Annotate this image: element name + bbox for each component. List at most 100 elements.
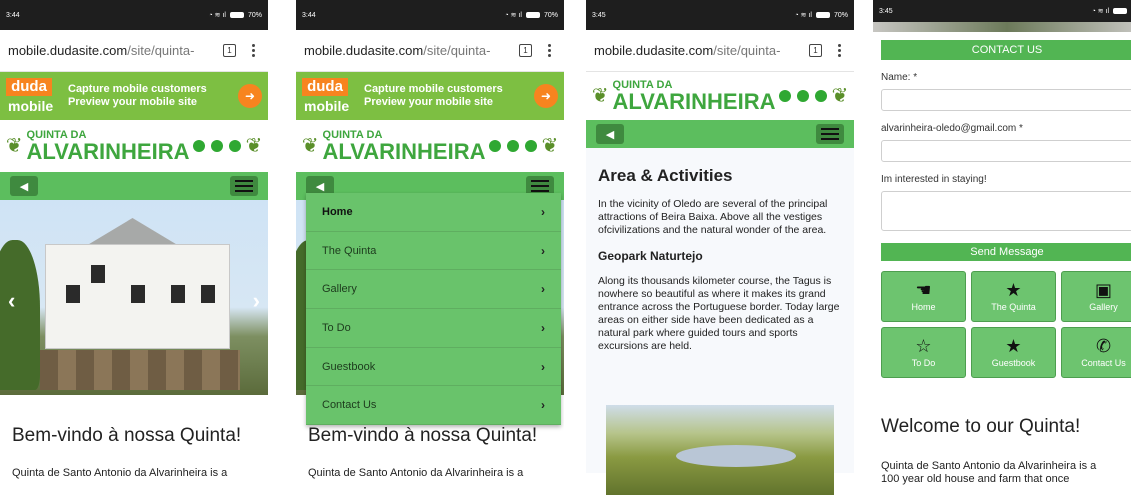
phone-activities: 3:45 ◔ ≋ ıl 70% mobile.dudasite.com/site/… bbox=[586, 0, 854, 495]
email-field[interactable] bbox=[881, 140, 1131, 162]
phone-menu-open: 3:44 ◔ ≋ ıl 70% mobile.dudasite.com/site/… bbox=[296, 0, 564, 495]
menu-item-contact-us[interactable]: Contact Us › bbox=[306, 386, 561, 426]
battery-icon bbox=[229, 12, 244, 18]
status-bar: 3:45 ◔ ≋ ıl7 bbox=[873, 0, 1131, 22]
url-host: mobile.dudasite.com bbox=[304, 43, 424, 58]
intro-text: Quinta de Santo Antonio da Alvarinheira … bbox=[12, 467, 228, 479]
slider-next-icon[interactable]: › bbox=[253, 288, 260, 314]
geopark-paragraph: Along its thousands kilometer course, th… bbox=[598, 275, 840, 352]
tab-count-button[interactable]: 1 bbox=[519, 44, 532, 57]
star-outline-icon: ☆ bbox=[915, 336, 932, 356]
menu-item-guestbook[interactable]: Guestbook › bbox=[306, 348, 561, 387]
name-field[interactable] bbox=[881, 89, 1131, 111]
battery-level: 70% bbox=[247, 11, 262, 19]
tile-the-quinta[interactable]: ★ The Quinta bbox=[971, 271, 1056, 322]
site-navbar: ◀ bbox=[0, 172, 268, 200]
battery-level: 70% bbox=[833, 11, 848, 19]
url-field[interactable]: mobile.dudasite.com/site/quinta- bbox=[8, 43, 217, 58]
olive-dots-icon bbox=[193, 140, 242, 152]
menu-item-the-quinta[interactable]: The Quinta › bbox=[306, 232, 561, 271]
status-time: 3:45 bbox=[592, 11, 606, 19]
olive-branch-icon: ❦ bbox=[541, 135, 559, 157]
status-time: 3:44 bbox=[302, 11, 316, 19]
url-path: /site/quinta- bbox=[127, 43, 195, 58]
banner-text: Capture mobile customers Preview your mob… bbox=[68, 83, 207, 108]
browser-url-bar: mobile.dudasite.com/site/quinta- 1 bbox=[296, 30, 564, 72]
page-title: Bem-vindo à nossa Quinta! bbox=[12, 425, 242, 446]
battery-level: 70% bbox=[543, 11, 558, 19]
duda-banner[interactable]: duda mobile Capture mobile customers Previ… bbox=[296, 72, 564, 120]
battery-icon bbox=[1113, 8, 1128, 14]
chevron-right-icon: › bbox=[541, 320, 545, 335]
olive-branch-icon: ❦ bbox=[591, 85, 609, 107]
site-logo[interactable]: ❦ QUINTA DA ALVARINHEIRA ❦ bbox=[586, 72, 854, 120]
url-path: /site/quinta- bbox=[713, 43, 781, 58]
tile-to-do[interactable]: ☆ To Do bbox=[881, 327, 966, 378]
browser-menu-icon[interactable] bbox=[832, 44, 846, 57]
welcome-text: Quinta de Santo Antonio da Alvarinheira … bbox=[881, 460, 1097, 485]
stone-wall-image bbox=[40, 350, 240, 390]
logo-line2: ALVARINHEIRA bbox=[322, 138, 486, 164]
signal-icon: ◔ ≋ ıl bbox=[504, 12, 522, 19]
status-bar: 3:44 ◔ ≋ ıl 70% bbox=[0, 0, 268, 30]
slider-prev-icon[interactable]: ‹ bbox=[8, 288, 15, 314]
site-logo[interactable]: ❦ QUINTA DA ALVARINHEIRA ❦ bbox=[0, 120, 268, 172]
menu-item-home[interactable]: Home › bbox=[306, 193, 561, 232]
tile-gallery[interactable]: ▣ Gallery bbox=[1061, 271, 1131, 322]
hamburger-menu-icon[interactable] bbox=[230, 176, 258, 196]
signal-icon: ◔ ≋ ıl bbox=[1091, 8, 1110, 15]
site-navbar: ◀ bbox=[586, 120, 854, 148]
olive-branch-icon: ❦ bbox=[831, 85, 849, 107]
tile-home[interactable]: ☚ Home bbox=[881, 271, 966, 322]
url-field[interactable]: mobile.dudasite.com/site/quinta- bbox=[594, 43, 803, 58]
tile-contact-us[interactable]: ✆ Contact Us bbox=[1061, 327, 1131, 378]
send-message-button[interactable]: Send Message bbox=[881, 243, 1131, 261]
message-field[interactable] bbox=[881, 191, 1131, 231]
site-logo[interactable]: ❦ QUINTA DA ALVARINHEIRA ❦ bbox=[296, 120, 564, 172]
tab-count-button[interactable]: 1 bbox=[223, 44, 236, 57]
chevron-right-icon: › bbox=[541, 204, 545, 219]
chevron-right-icon: › bbox=[541, 398, 545, 413]
menu-item-to-do[interactable]: To Do › bbox=[306, 309, 561, 348]
hamburger-menu-icon[interactable] bbox=[816, 124, 844, 144]
browser-url-bar: mobile.dudasite.com/site/quinta- 1 bbox=[0, 30, 268, 72]
star-icon: ★ bbox=[1005, 280, 1022, 300]
tile-guestbook[interactable]: ★ Guestbook bbox=[971, 327, 1056, 378]
status-time: 3:45 bbox=[879, 7, 893, 15]
battery-icon bbox=[815, 12, 830, 18]
landscape-photo bbox=[606, 405, 834, 495]
olive-branch-icon: ❦ bbox=[245, 135, 263, 157]
tree-image bbox=[0, 240, 40, 390]
activities-paragraph: In the vicinity of Oledo are several of … bbox=[598, 198, 828, 236]
status-time: 3:44 bbox=[6, 11, 20, 19]
back-button[interactable]: ◀ bbox=[10, 176, 38, 196]
name-label: Name: * bbox=[881, 72, 918, 83]
back-button[interactable]: ◀ bbox=[596, 124, 624, 144]
status-bar: 3:45 ◔ ≋ ıl 70% bbox=[586, 0, 854, 30]
phone-icon: ✆ bbox=[1095, 336, 1112, 356]
olive-branch-icon: ❦ bbox=[5, 135, 23, 157]
quick-nav-grid: ☚ Home ★ The Quinta ▣ Gallery ☆ To Do ★ Guest… bbox=[881, 271, 1131, 378]
url-field[interactable]: mobile.dudasite.com/site/quinta- bbox=[304, 43, 513, 58]
section-title: Area & Activities bbox=[598, 166, 733, 185]
menu-item-gallery[interactable]: Gallery › bbox=[306, 270, 561, 310]
arrow-right-icon[interactable]: ➜ bbox=[534, 84, 558, 108]
logo-line2: ALVARINHEIRA bbox=[612, 88, 776, 114]
hero-slider[interactable]: ‹ › bbox=[0, 200, 268, 395]
section-subtitle: Geopark Naturtejo bbox=[598, 249, 703, 263]
browser-menu-icon[interactable] bbox=[246, 44, 260, 57]
tab-count-button[interactable]: 1 bbox=[809, 44, 822, 57]
status-bar: 3:44 ◔ ≋ ıl 70% bbox=[296, 0, 564, 30]
browser-menu-icon[interactable] bbox=[542, 44, 556, 57]
nav-dropdown-menu: Home › The Quinta › Gallery › To Do › Guestb… bbox=[306, 193, 561, 426]
intro-text: Quinta de Santo Antonio da Alvarinheira … bbox=[308, 467, 524, 479]
url-host: mobile.dudasite.com bbox=[594, 43, 714, 58]
home-icon: ☚ bbox=[915, 280, 932, 300]
star-icon: ★ bbox=[1005, 336, 1022, 356]
arrow-right-icon[interactable]: ➜ bbox=[238, 84, 262, 108]
top-image-strip bbox=[873, 22, 1131, 32]
image-icon: ▣ bbox=[1094, 280, 1112, 300]
duda-banner[interactable]: duda mobile Capture mobile customers Previ… bbox=[0, 72, 268, 120]
house-image bbox=[45, 244, 230, 349]
battery-icon bbox=[525, 12, 540, 18]
